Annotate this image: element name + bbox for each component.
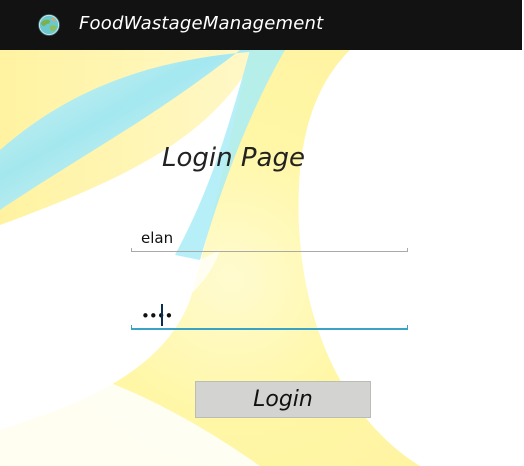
username-field[interactable]: elan	[131, 227, 408, 252]
password-field[interactable]: ••••	[131, 304, 408, 330]
globe-icon	[38, 14, 60, 36]
action-bar: FoodWastageManagement	[0, 0, 522, 50]
text-cursor	[161, 304, 163, 326]
password-underline	[131, 325, 408, 330]
password-value: ••••	[141, 307, 173, 325]
username-value: elan	[141, 229, 174, 247]
username-underline	[131, 248, 408, 252]
page-title: Login Page	[162, 143, 305, 173]
app-title: FoodWastageManagement	[79, 13, 324, 34]
login-screen: Login Page elan •••• Login	[0, 50, 522, 466]
app-window: FoodWastageManagement Login Page elan ••…	[0, 0, 522, 466]
login-button[interactable]: Login	[195, 381, 371, 418]
